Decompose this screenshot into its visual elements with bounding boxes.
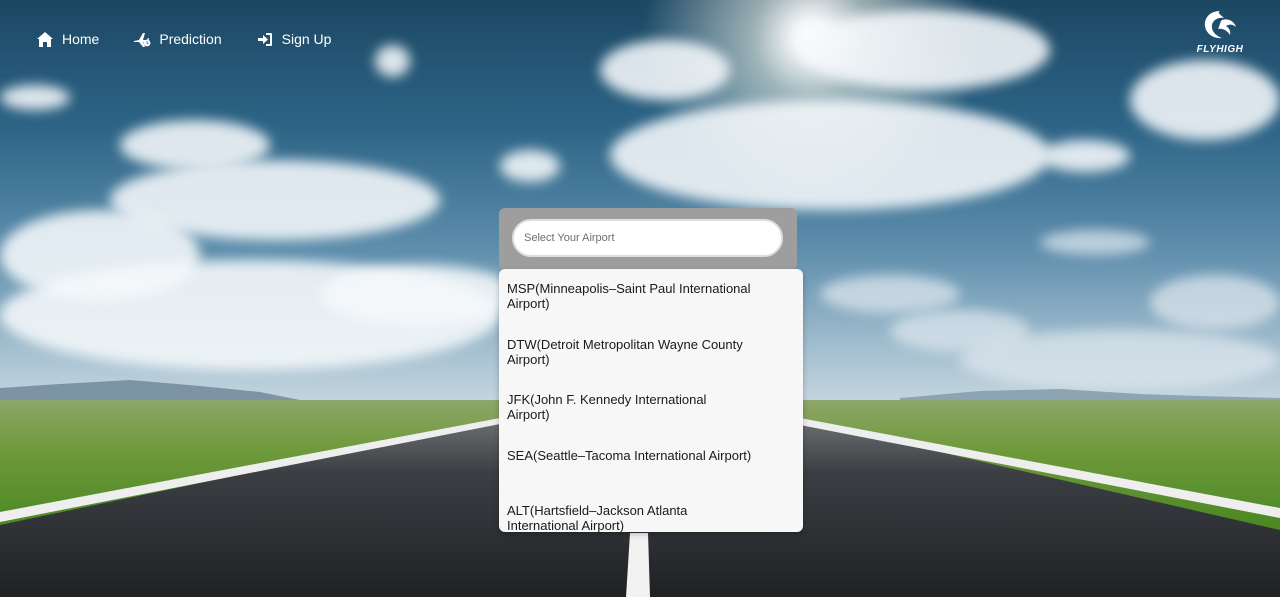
airport-option-label: DTW(Detroit Metropolitan Wayne County Ai…	[507, 336, 743, 367]
logo-text: FLYHIGH	[1196, 44, 1244, 55]
top-nav: Home Prediction Sign Up	[36, 30, 365, 48]
airport-dropdown: MSP(Minneapolis–Saint Paul International…	[499, 269, 803, 533]
home-icon	[36, 30, 54, 48]
nav-prediction-label: Prediction	[159, 31, 222, 47]
nav-sign-up-label: Sign Up	[281, 31, 332, 47]
airport-option-label: MSP(Minneapolis–Saint Paul International…	[507, 281, 751, 311]
airport-selector	[499, 208, 797, 270]
airport-option-label: JFK(John F. Kennedy International Airpor…	[507, 392, 707, 422]
nav-sign-up[interactable]: Sign Up	[256, 30, 332, 48]
airport-option-dtw[interactable]: DTW(Detroit Metropolitan Wayne County Ai…	[499, 337, 803, 393]
airport-search-input[interactable]	[512, 219, 783, 257]
nav-home-label: Home	[62, 31, 100, 47]
airport-option-label: SEA(Seattle–Tacoma International Airport…	[507, 447, 752, 463]
airport-option-alt[interactable]: ALT(Hartsfield–Jackson Atlanta Internati…	[499, 503, 803, 559]
airport-option-sea[interactable]: SEA(Seattle–Tacoma International Airport…	[499, 448, 803, 504]
flyhigh-logo[interactable]: FLYHIGH	[1192, 8, 1248, 64]
nav-home[interactable]: Home	[36, 30, 99, 48]
airport-option-jfk[interactable]: JFK(John F. Kennedy International Airpor…	[499, 392, 803, 448]
plane-clock-icon	[133, 30, 151, 48]
airport-option-label: ALT(Hartsfield–Jackson Atlanta Internati…	[507, 503, 688, 533]
airport-option-msp[interactable]: MSP(Minneapolis–Saint Paul International…	[499, 281, 803, 337]
sign-in-icon	[256, 30, 274, 48]
nav-prediction[interactable]: Prediction	[133, 30, 222, 48]
bird-logo-icon	[1204, 11, 1236, 39]
